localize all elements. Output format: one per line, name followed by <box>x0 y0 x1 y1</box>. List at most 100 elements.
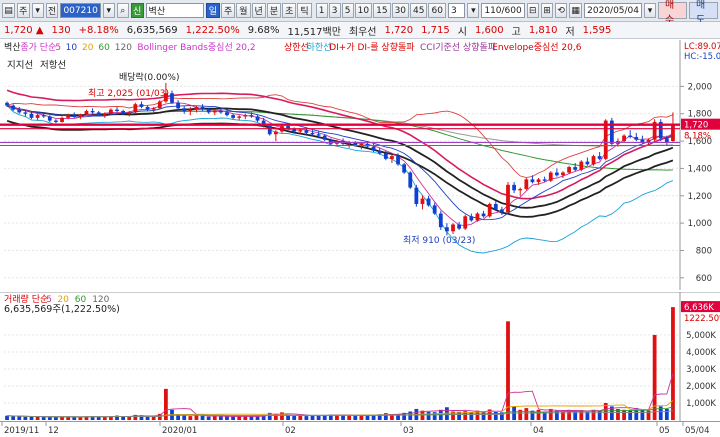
buy-button[interactable]: 매수 <box>658 0 688 26</box>
volume-bar <box>506 321 510 420</box>
count-field[interactable]: 110/600 <box>481 3 525 18</box>
period-button[interactable]: 초 <box>282 3 297 18</box>
calendar-icon[interactable]: ▦ <box>569 3 583 18</box>
period-button[interactable]: 월 <box>236 3 251 18</box>
price-legend-item: CCI기준선 상향돌파 <box>420 41 497 53</box>
candle-body <box>78 114 83 117</box>
period-button[interactable]: 틱 <box>297 3 312 18</box>
stock-code-input[interactable]: 007210 <box>60 3 101 18</box>
candle-body <box>597 156 602 159</box>
volume-bar <box>206 416 211 420</box>
shrink-icon[interactable]: ⊟ <box>526 3 539 18</box>
code-dropdown-icon[interactable]: ▾ <box>102 3 115 18</box>
minute-button[interactable]: 3 <box>328 3 341 18</box>
volume-bar <box>96 416 101 420</box>
candle-body <box>451 224 455 232</box>
price-legend-item: 10 <box>66 43 78 53</box>
candle-body <box>542 179 547 181</box>
type-select[interactable]: 주 <box>16 3 30 18</box>
volume-bar <box>127 416 132 420</box>
candle-body <box>200 106 205 110</box>
new-badge[interactable]: 신 <box>130 3 144 18</box>
volume-bar <box>426 411 431 420</box>
volume-bar <box>622 409 626 420</box>
expand-icon[interactable]: ⊞ <box>540 3 554 18</box>
menu-icon[interactable]: ▤ <box>2 3 15 18</box>
volume-bar <box>176 414 181 420</box>
date-label: 04 <box>533 426 544 436</box>
candle-body <box>90 111 95 113</box>
sell-button[interactable]: 매도 <box>689 0 719 26</box>
volume-bar <box>23 416 28 420</box>
price-legend-item: 하한선 <box>307 42 332 53</box>
date-field[interactable]: 2020/05/04 <box>584 3 643 18</box>
candle-body <box>506 184 510 213</box>
volume-bar <box>78 417 83 420</box>
candle-body <box>469 216 474 221</box>
candle-body <box>11 105 16 110</box>
candle-body <box>151 108 156 110</box>
volume-bar <box>41 417 46 420</box>
volume-bar <box>298 415 303 420</box>
candle-body <box>585 161 590 165</box>
candle-body <box>518 188 523 191</box>
search-icon[interactable]: ⌕ <box>116 3 129 18</box>
volume-bar <box>102 417 107 420</box>
toolbar: ▤ 주 ▾ 전 007210 ▾ ⌕ 신 벽산 일주월년분초틱 1 3 5 10 15 3… <box>0 0 720 26</box>
period-button[interactable]: 년 <box>251 3 266 18</box>
candle-body <box>567 167 571 173</box>
period-button[interactable]: 주 <box>220 3 236 18</box>
best-label: 최우선 <box>348 26 377 38</box>
minute-button[interactable]: 45 <box>410 3 428 18</box>
quote-bar: 1,720 ▲ 130 +8.18% 6,635,569 1,222.50% 9… <box>0 22 720 39</box>
candle-body <box>554 172 559 176</box>
period-button[interactable]: 분 <box>266 3 282 18</box>
current-volume-label: 6,636K <box>684 303 714 313</box>
volume-bar <box>121 416 126 420</box>
trade-amount: 11,517백만 <box>287 26 341 38</box>
volume-value: 6,635,569 <box>126 24 178 36</box>
candle-body <box>157 101 162 109</box>
price-tick-label: 600 <box>696 274 712 284</box>
date-label: 02 <box>285 426 296 436</box>
date-label: 03 <box>403 426 414 436</box>
candle-body <box>188 109 193 112</box>
price-legend-item: DI+가 DI-를 상향돌파 <box>329 41 415 53</box>
stock-name-field: 벽산 <box>145 3 204 18</box>
period-button[interactable]: 일 <box>205 3 220 18</box>
candle-body <box>54 120 58 122</box>
best-bid: 1,715 <box>421 24 450 36</box>
price-tick-label: 1,200 <box>688 192 712 202</box>
minute-button[interactable]: 10 <box>354 3 373 18</box>
candle-body <box>573 167 578 170</box>
candle-body <box>328 139 333 144</box>
minute-button[interactable]: 15 <box>373 3 391 18</box>
date-label: 05 <box>659 426 670 436</box>
price-legend-item: 5 <box>55 43 61 53</box>
candle-body <box>536 179 541 183</box>
volume-bar <box>524 408 529 420</box>
interval-dropdown-icon[interactable]: ▾ <box>467 3 480 18</box>
price-tick-label: 2,000 <box>688 82 712 92</box>
reset-icon[interactable]: ⟲ <box>555 3 568 18</box>
minute-button[interactable]: 30 <box>391 3 410 18</box>
date-dropdown-icon[interactable]: ▾ <box>644 3 657 18</box>
candle-body <box>499 209 504 213</box>
candle-body <box>139 104 144 107</box>
mode-select[interactable]: 전 <box>45 3 59 18</box>
legend-support-label: 지지선 <box>7 60 33 71</box>
lc-label: LC:89.07% <box>684 42 720 52</box>
minute-button[interactable]: 60 <box>428 3 446 18</box>
dividend-annotation: 배당락(0.00%) <box>119 71 179 83</box>
candle-body <box>127 112 132 114</box>
custom-interval-input[interactable]: 3 <box>447 3 466 18</box>
volume-bar <box>194 415 199 420</box>
volume-bar <box>304 416 309 420</box>
type-dropdown-icon[interactable]: ▾ <box>31 3 44 18</box>
candle-body <box>512 184 517 191</box>
volume-chart[interactable]: 5,000K 4,000K 3,000K 2,000K 1,000K 6,636K1222… <box>0 292 720 422</box>
volume-bar <box>243 416 248 420</box>
minute-button[interactable]: 5 <box>341 3 354 18</box>
minute-button[interactable]: 1 <box>315 3 328 18</box>
price-chart[interactable]: 2,0001,8001,6001,4001,2001,000800600LC:8… <box>0 40 720 290</box>
